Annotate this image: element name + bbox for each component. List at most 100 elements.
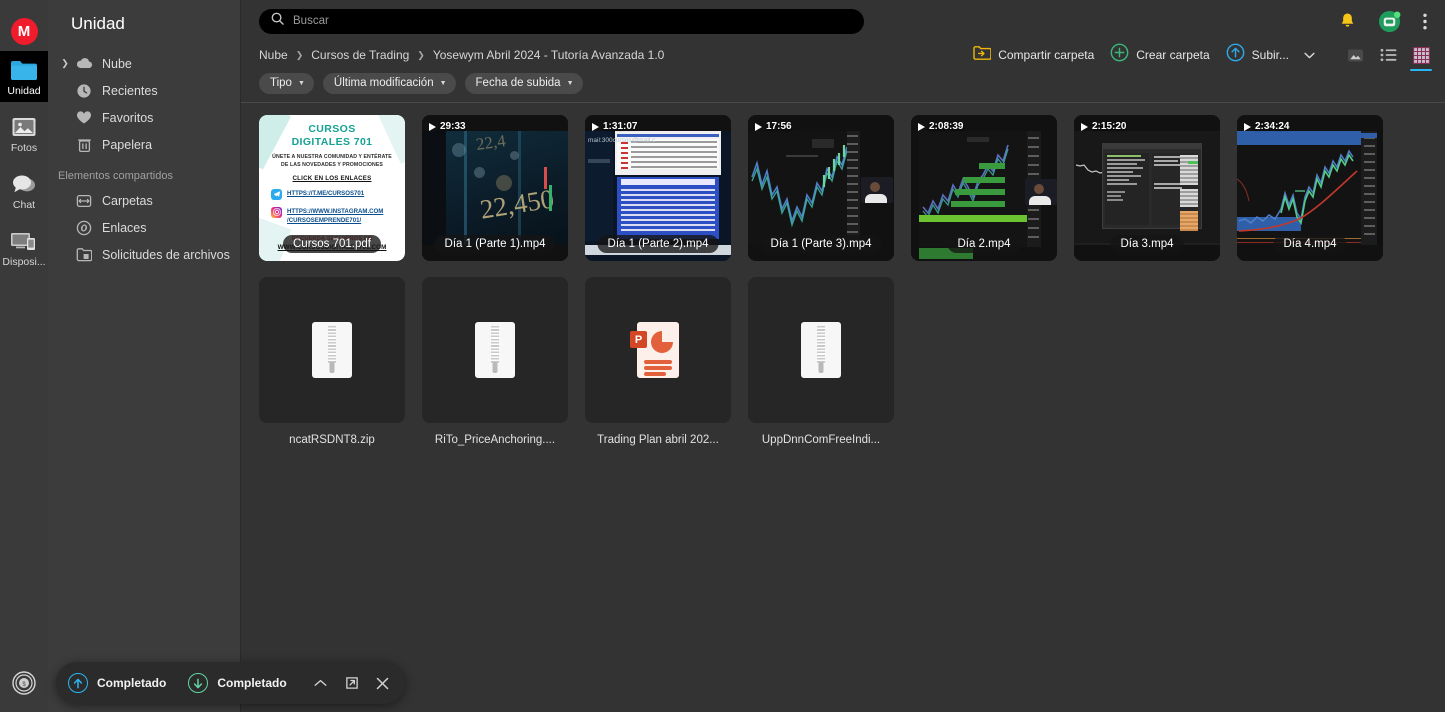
flyer-link-instagram: HTTPS://WWW.INSTAGRAM.COM /CURSOSEMPREND…	[263, 206, 401, 226]
sidebar-label-papelera: Papelera	[102, 137, 153, 152]
sidebar-item-recientes[interactable]: Recientes	[62, 77, 240, 104]
mega-logo[interactable]: M	[10, 18, 38, 45]
download-arrow-icon	[188, 673, 209, 693]
file-card-zip[interactable]: UppDnnComFreeIndi...	[748, 277, 894, 446]
rail-item-unidad[interactable]: Unidad	[0, 51, 48, 102]
search-bar[interactable]	[259, 8, 864, 34]
flyer-click-text: CLICK EN LOS ENLACES	[292, 174, 372, 182]
play-icon	[429, 122, 436, 131]
powerpoint-file-icon: P	[630, 322, 679, 378]
file-thumbnail: P	[585, 277, 731, 423]
filter-chip-ultima-modificacion[interactable]: Última modificación ▼	[322, 72, 456, 94]
media-view-icon[interactable]	[1345, 45, 1365, 65]
list-view-icon[interactable]	[1378, 45, 1398, 65]
create-folder-label: Crear carpeta	[1136, 48, 1210, 62]
file-name-label: RiTo_PriceAnchoring....	[434, 434, 556, 446]
share-folder-label: Compartir carpeta	[998, 48, 1095, 62]
rail-item-chat[interactable]: Chat	[0, 165, 48, 216]
video-duration-text: 2:08:39	[929, 121, 964, 132]
file-name-label: Trading Plan abril 202...	[597, 434, 719, 446]
folder-actions: Compartir carpeta Crear carpeta Subir...	[973, 43, 1445, 71]
photos-icon	[9, 114, 39, 140]
flyer-link-telegram: HTTPS://T.ME/CURSOS701	[263, 188, 401, 200]
avatar-icon[interactable]	[1378, 10, 1401, 33]
transfer-download-label: Completado	[217, 676, 287, 690]
sidebar-item-carpetas[interactable]: Carpetas	[62, 187, 240, 214]
file-card-video[interactable]: 2:34:24 Día 4.mp4	[1237, 115, 1383, 261]
breadcrumb-item-1[interactable]: Cursos de Trading	[311, 48, 409, 62]
file-card-powerpoint[interactable]: P Trading Plan abril 202...	[585, 277, 731, 446]
transfer-upload-label: Completado	[97, 676, 167, 690]
flyer-title-line1: CURSOS	[308, 123, 356, 135]
play-icon	[918, 122, 925, 131]
webcam-overlay	[1025, 179, 1057, 205]
file-card-video[interactable]: 22,4 22,450 29:33 Día 1 (Parte 1).mp4	[422, 115, 568, 261]
popout-icon[interactable]	[344, 675, 360, 691]
rail-item-dispositivos[interactable]: Disposi...	[0, 222, 48, 273]
chevron-up-icon[interactable]	[313, 675, 329, 691]
transfer-upload-status[interactable]: Completado	[68, 673, 166, 693]
upload-button[interactable]: Subir...	[1226, 43, 1315, 67]
play-icon	[592, 122, 599, 131]
sidebar-item-solicitudes[interactable]: Solicitudes de archivos	[62, 241, 240, 268]
breadcrumb-item-0[interactable]: Nube	[259, 48, 288, 62]
rail-label-dispositivos: Disposi...	[2, 256, 46, 268]
file-card-zip[interactable]: RiTo_PriceAnchoring....	[422, 277, 568, 446]
file-card-video[interactable]: 17:56 Día 1 (Parte 3).mp4	[748, 115, 894, 261]
devices-icon	[9, 228, 39, 254]
sidebar-item-papelera[interactable]: Papelera	[62, 131, 240, 158]
sidebar-item-enlaces[interactable]: Enlaces	[62, 214, 240, 241]
clock-icon	[72, 83, 96, 99]
plus-circle-icon	[1110, 43, 1129, 67]
sidebar-label-favoritos: Favoritos	[102, 110, 154, 125]
file-name-label: Día 2.mp4	[947, 235, 1021, 253]
sidebar-item-favoritos[interactable]: Favoritos	[62, 104, 240, 131]
breadcrumb-row: Nube ❯ Cursos de Trading ❯ Yosewym Abril…	[241, 42, 1445, 71]
file-card-zip[interactable]: ncatRSDNT8.zip	[259, 277, 405, 446]
sidebar-title: Unidad	[71, 14, 125, 33]
transfer-download-status[interactable]: Completado	[188, 673, 287, 693]
search-input[interactable]	[293, 15, 852, 27]
telegram-icon	[271, 188, 282, 200]
chevron-down-icon: ▼	[566, 79, 574, 87]
file-card-video[interactable]: 2:15:20 Día 3.mp4	[1074, 115, 1220, 261]
play-icon	[1081, 122, 1088, 131]
sidebar-item-nube[interactable]: ❯ Nube	[48, 50, 240, 77]
breadcrumb-item-2[interactable]: Yosewym Abril 2024 - Tutoría Avanzada 1.…	[433, 48, 664, 62]
sidebar-label-recientes: Recientes	[102, 83, 158, 98]
chevron-down-icon: ▼	[297, 79, 305, 87]
bell-icon[interactable]	[1339, 12, 1356, 30]
main-content: Nube ❯ Cursos de Trading ❯ Yosewym Abril…	[241, 0, 1445, 712]
file-grid: CURSOS DIGITALES 701 ÚNETE A NUESTRA COM…	[241, 103, 1445, 446]
link-icon	[72, 220, 96, 236]
create-folder-button[interactable]: Crear carpeta	[1110, 43, 1210, 67]
flyer-title-line2: DIGITALES 701	[291, 136, 373, 149]
kebab-menu-icon[interactable]	[1423, 13, 1427, 30]
file-name-label: Día 3.mp4	[1110, 235, 1184, 253]
video-duration-badge: 17:56	[755, 121, 792, 132]
chevron-down-icon[interactable]	[1304, 46, 1315, 64]
filter-chip-fecha-subida[interactable]: Fecha de subida ▼	[464, 72, 583, 94]
rail-item-fotos[interactable]: Fotos	[0, 108, 48, 159]
video-duration-text: 29:33	[440, 121, 466, 132]
mega-badge-icon[interactable]: $	[12, 671, 36, 700]
zip-file-icon	[312, 322, 352, 378]
file-card-video[interactable]: 2:08:39 Día 2.mp4	[911, 115, 1057, 261]
chevron-right-icon[interactable]: ❯	[58, 58, 72, 69]
file-thumbnail: 17:56 Día 1 (Parte 3).mp4	[748, 115, 894, 261]
rail-label-fotos: Fotos	[10, 142, 38, 154]
sidebar-label-nube: Nube	[102, 56, 132, 71]
filter-chip-tipo[interactable]: Tipo ▼	[259, 72, 314, 94]
grid-view-icon[interactable]	[1410, 45, 1432, 71]
file-thumbnail	[259, 277, 405, 423]
file-name-label: Día 1 (Parte 1).mp4	[434, 235, 556, 253]
close-icon[interactable]	[375, 675, 391, 691]
mega-app-window: M Unidad Fotos Chat Disposi... $ Unidad …	[0, 0, 1445, 712]
mega-logo-letter: M	[17, 23, 31, 40]
share-folder-button[interactable]: Compartir carpeta	[973, 45, 1094, 66]
play-icon	[1244, 122, 1251, 131]
breadcrumb-separator: ❯	[295, 49, 304, 60]
sidebar-label-carpetas: Carpetas	[102, 193, 153, 208]
file-card-pdf[interactable]: CURSOS DIGITALES 701 ÚNETE A NUESTRA COM…	[259, 115, 405, 261]
file-card-video[interactable]: mail:300cursos@mail.c 1:31:07 Día 1 (Par…	[585, 115, 731, 261]
